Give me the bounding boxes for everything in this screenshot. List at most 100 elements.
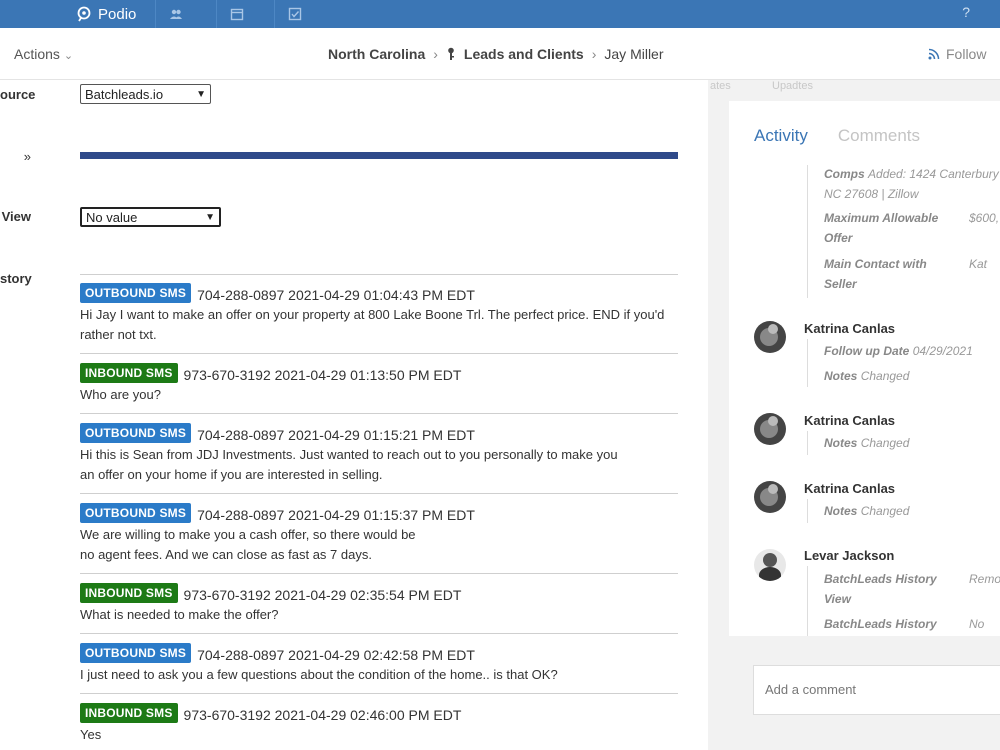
field-key: BatchLeads History — [824, 617, 937, 631]
view-select[interactable]: No value ▼ — [80, 207, 221, 227]
top-navbar: Podio ? — [0, 0, 1000, 28]
podio-logo[interactable]: Podio — [76, 2, 136, 26]
activity-field: Comps Added: 1424 Canterbury — [824, 164, 999, 184]
calendar-icon — [230, 8, 243, 21]
tasks-icon — [288, 7, 301, 21]
field-key: Main Contact with — [824, 257, 927, 271]
field-key: BatchLeads History — [824, 572, 937, 586]
chevron-down-icon: ▼ — [196, 88, 206, 100]
avatar[interactable] — [754, 549, 786, 581]
breadcrumb-separator-icon: › — [591, 46, 597, 62]
field-key-line2: Offer — [824, 231, 853, 245]
activity-field: Notes Changed — [824, 369, 910, 383]
breadcrumb-separator-icon: › — [433, 46, 438, 62]
activity-feed[interactable]: Comps Added: 1424 Canterbury NC 27608 | … — [729, 161, 1000, 636]
field-key: Comps — [824, 167, 865, 181]
outbound-sms-badge: OUTBOUND SMS — [80, 643, 192, 663]
divider — [80, 693, 678, 694]
sms-entry: OUTBOUND SMS 704-288-0897 2021-04-29 01:0… — [80, 283, 680, 345]
avatar[interactable] — [754, 413, 786, 445]
divider — [80, 633, 678, 634]
source-select[interactable]: Batchleads.io ▼ — [80, 84, 211, 104]
sms-meta: 973-670-3192 2021-04-29 02:46:00 PM EDT — [183, 707, 462, 723]
inbound-sms-badge: INBOUND SMS — [80, 703, 178, 723]
field-value-line2: NC 27608 | Zillow — [824, 187, 919, 201]
avatar[interactable] — [754, 321, 786, 353]
sms-entry: INBOUND SMS 973-670-3192 2021-04-29 01:13… — [80, 363, 680, 405]
field-key-line2: Seller — [824, 277, 857, 291]
field-key-line2: View — [824, 592, 851, 606]
sms-meta: 704-288-0897 2021-04-29 01:04:43 PM EDT — [197, 287, 475, 303]
rss-icon — [928, 48, 940, 60]
comment-input[interactable]: Add a comment — [753, 665, 1000, 715]
breadcrumb: North Carolina › Leads and Clients › Jay… — [328, 46, 664, 62]
divider — [80, 353, 678, 354]
item-header-bar: Actions ⌄ North Carolina › Leads and Clie… — [0, 28, 1000, 80]
sms-text: What is needed to make the offer? — [80, 607, 279, 622]
sms-text: We are willing to make you a cash offer,… — [80, 527, 416, 562]
field-key: Maximum Allowable — [824, 211, 939, 225]
sms-text: Hi Jay I want to make an offer on your p… — [80, 307, 665, 342]
contacts-nav-button[interactable] — [155, 0, 195, 28]
activity-user[interactable]: Katrina Canlas — [804, 481, 895, 496]
section-divider — [80, 152, 678, 159]
chevron-down-icon: ⌄ — [63, 50, 74, 62]
key-icon — [446, 46, 456, 62]
entry-line — [807, 431, 808, 455]
sms-text: Yes — [80, 727, 102, 742]
sms-text: Hi this is Sean from JDJ Investments. Ju… — [80, 447, 618, 482]
field-value: Added: 1424 Canterbury — [868, 167, 999, 181]
activity-field: Notes Changed — [824, 504, 910, 518]
field-value: Kat — [969, 257, 988, 271]
sms-meta: 704-288-0897 2021-04-29 01:15:37 PM EDT — [197, 507, 475, 523]
field-label-history: story — [0, 271, 32, 286]
brand-name: Podio — [98, 5, 137, 23]
sms-entry: OUTBOUND SMS 704-288-0897 2021-04-29 01:1… — [80, 423, 680, 485]
activity-user[interactable]: Katrina Canlas — [804, 321, 895, 336]
tasks-nav-button[interactable] — [274, 0, 314, 28]
tab-activity[interactable]: Activity — [754, 126, 808, 146]
breadcrumb-app[interactable]: Leads and Clients — [464, 46, 584, 62]
actions-menu[interactable]: Actions ⌄ — [14, 46, 73, 62]
breadcrumb-workspace[interactable]: North Carolina — [328, 46, 425, 62]
chevron-down-icon: ▼ — [205, 211, 215, 223]
follow-label: Follow — [946, 46, 987, 62]
faint-header-text: ates — [710, 80, 731, 92]
tab-comments[interactable]: Comments — [838, 126, 920, 146]
sms-meta: 973-670-3192 2021-04-29 02:35:54 PM EDT — [183, 587, 462, 603]
field-value: Remo — [969, 572, 1000, 586]
activity-card: Activity Comments Comps Added: 1424 Cant… — [729, 101, 1000, 636]
sms-meta: 973-670-3192 2021-04-29 01:13:50 PM EDT — [183, 367, 462, 383]
inbound-sms-badge: INBOUND SMS — [80, 363, 178, 383]
activity-field: Notes Changed — [824, 436, 910, 450]
field-label-view: View — [1, 209, 31, 224]
sms-text: Who are you? — [80, 387, 161, 402]
actions-label: Actions — [14, 46, 60, 62]
faint-header-text: Upadtes — [772, 80, 813, 92]
entry-line — [807, 339, 808, 387]
help-button[interactable]: ? — [962, 4, 970, 20]
sms-entry: OUTBOUND SMS 704-288-0897 2021-04-29 01:1… — [80, 503, 680, 565]
source-select-value: Batchleads.io — [85, 86, 164, 102]
view-select-value: No value — [86, 209, 138, 225]
calendar-nav-button[interactable] — [216, 0, 256, 28]
activity-field: Follow up Date 04/29/2021 — [824, 344, 973, 358]
divider — [80, 413, 678, 414]
activity-user[interactable]: Katrina Canlas — [804, 413, 895, 428]
sms-entry: INBOUND SMS 973-670-3192 2021-04-29 02:35… — [80, 583, 680, 625]
field-label-source: ource — [0, 87, 36, 102]
entry-line — [807, 165, 808, 298]
entry-line — [807, 499, 808, 523]
expand-chevrons-icon[interactable]: » — [0, 149, 31, 164]
field-value: No va — [969, 617, 985, 631]
field-value: $600, — [969, 211, 1000, 225]
sms-entry: OUTBOUND SMS 704-288-0897 2021-04-29 02:4… — [80, 643, 680, 685]
podio-logo-icon — [77, 6, 91, 22]
follow-button[interactable]: Follow — [928, 46, 986, 62]
sms-entry: INBOUND SMS 973-670-3192 2021-04-29 02:46… — [80, 703, 680, 745]
outbound-sms-badge: OUTBOUND SMS — [80, 283, 192, 303]
activity-user[interactable]: Levar Jackson — [804, 548, 894, 563]
avatar[interactable] — [754, 481, 786, 513]
outbound-sms-badge: OUTBOUND SMS — [80, 423, 192, 443]
divider — [80, 573, 678, 574]
